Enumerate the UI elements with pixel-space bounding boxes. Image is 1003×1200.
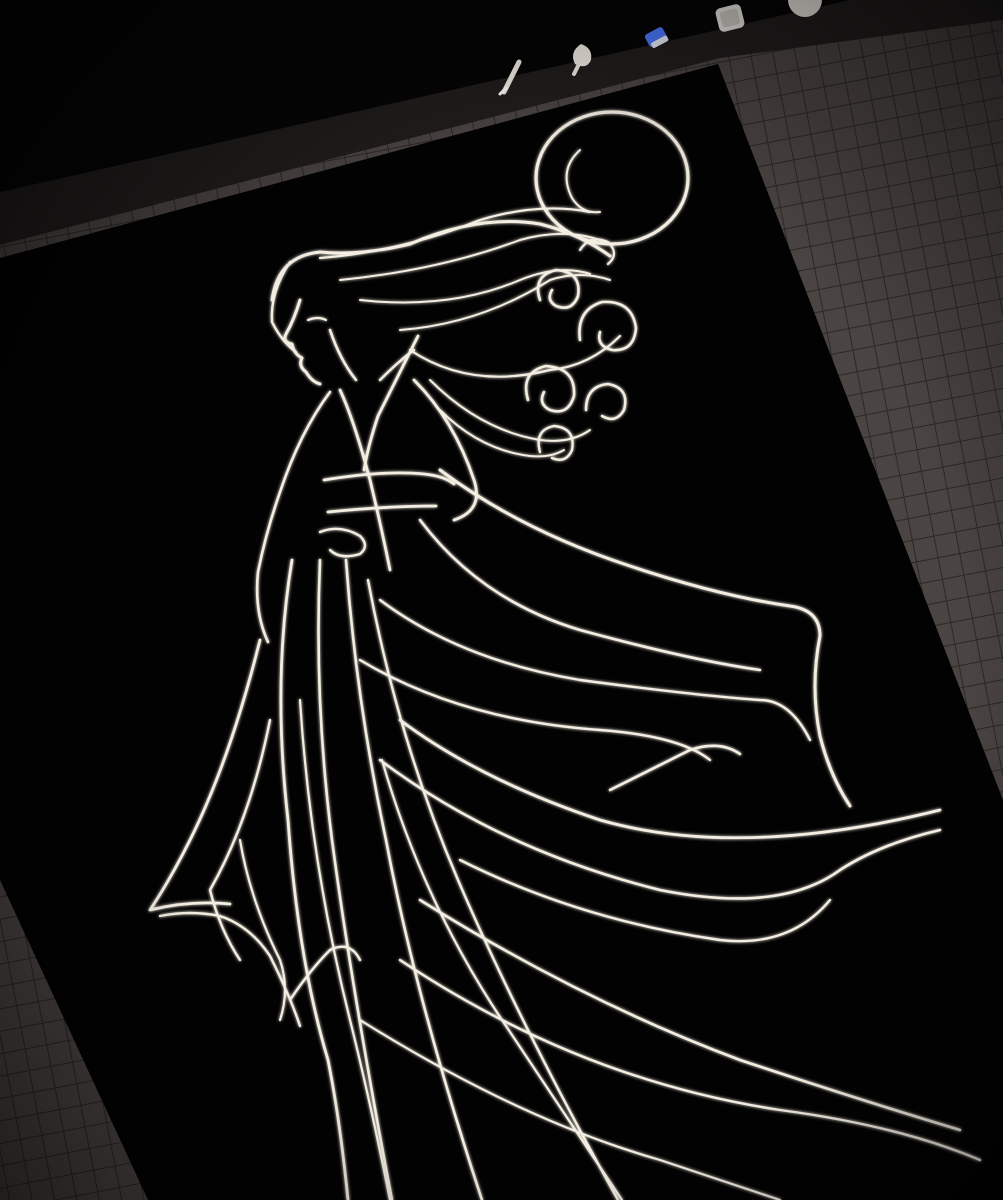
drawing-app-photo [0,0,1003,1200]
photo-vignette [0,0,1003,1200]
scene-svg [0,0,1003,1200]
